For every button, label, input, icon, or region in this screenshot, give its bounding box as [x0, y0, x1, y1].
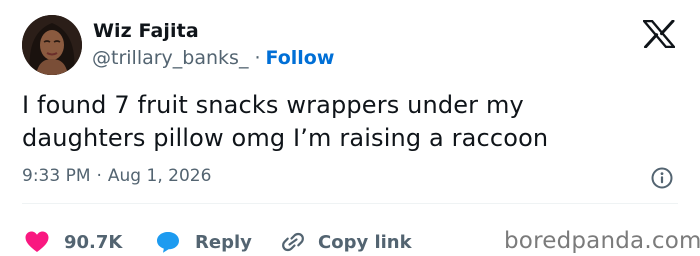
like-count: 90.7K [64, 231, 123, 253]
watermark: boredpanda.com [504, 228, 700, 254]
copy-link-button[interactable]: Copy link [280, 230, 412, 254]
divider [22, 203, 678, 204]
x-logo-icon[interactable] [642, 19, 676, 49]
reply-button[interactable]: Reply [155, 230, 252, 254]
handle-row: @trillary_banks_ · Follow [92, 47, 334, 69]
timestamp-separator: · [96, 166, 102, 186]
reply-label: Reply [195, 231, 252, 253]
speech-bubble-icon [155, 230, 181, 254]
tweet-text-line: daughters pillow omg I’m raising a racco… [22, 124, 549, 152]
tweet-text-line: I found 7 fruit snacks wrappers under my [22, 91, 524, 119]
handle-separator: · [254, 47, 261, 69]
display-name[interactable]: Wiz Fajita [93, 20, 199, 42]
link-icon [280, 230, 306, 254]
timestamp[interactable]: 9:33 PM · Aug 1, 2026 [22, 166, 211, 186]
heart-icon [24, 230, 50, 254]
avatar[interactable] [22, 15, 82, 75]
follow-button[interactable]: Follow [266, 47, 335, 69]
user-handle[interactable]: @trillary_banks_ [92, 47, 248, 69]
info-icon[interactable] [651, 167, 673, 189]
copy-link-label: Copy link [318, 231, 412, 253]
tweet-text: I found 7 fruit snacks wrappers under my… [22, 89, 662, 155]
like-button[interactable]: 90.7K [24, 230, 122, 254]
tweet-card: Wiz Fajita @trillary_banks_ · Follow I fou… [0, 0, 700, 256]
tweet-date: Aug 1, 2026 [107, 166, 212, 186]
tweet-time: 9:33 PM [22, 166, 91, 186]
